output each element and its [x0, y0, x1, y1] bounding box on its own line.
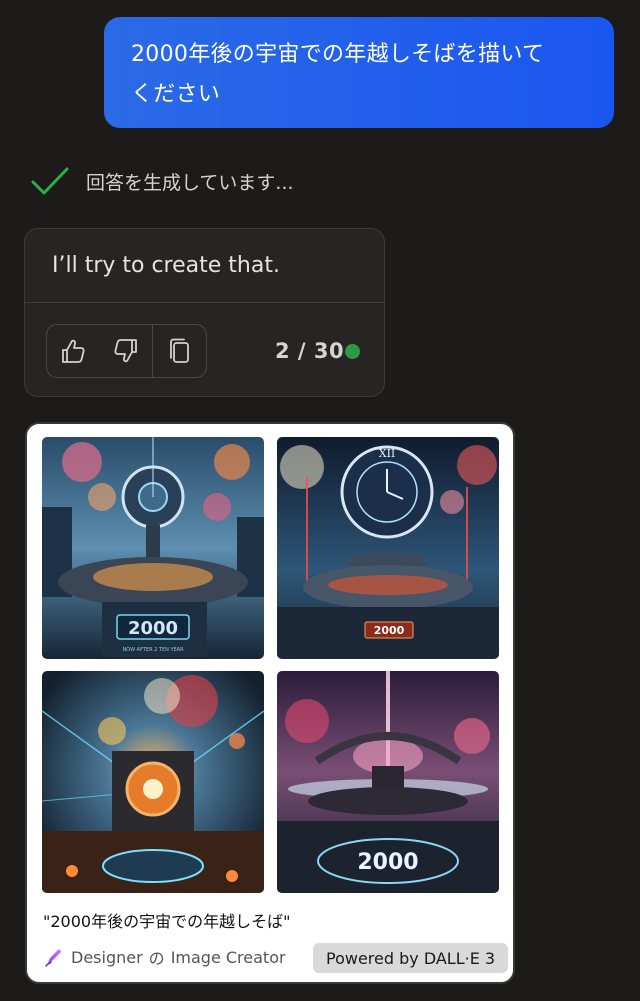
generated-image-4[interactable]: 2000 — [277, 671, 499, 893]
image-1-subtext: NOW AFTER 2 TEN YEAR — [122, 647, 184, 653]
image-2-overlay-text: 2000 — [374, 624, 405, 637]
designer-product: Image Creator — [170, 947, 286, 967]
designer-credit[interactable]: Designer の Image Creator — [43, 945, 286, 969]
designer-particle: の — [148, 949, 165, 968]
user-message-line-2: ください — [131, 82, 221, 107]
user-message-line-1: 2000年後の宇宙での年越しそばを描いて — [131, 42, 545, 67]
thumbs-down-icon — [114, 339, 137, 363]
check-icon — [31, 167, 69, 195]
generated-image-3[interactable] — [42, 671, 264, 893]
copy-icon — [169, 338, 189, 363]
turn-status-dot — [345, 344, 360, 359]
image-4-overlay-text: 2000 — [357, 850, 418, 875]
svg-text:XII: XII — [379, 447, 396, 460]
assistant-reply-card: I’ll try to create that. 2 / 30 — [24, 228, 385, 397]
image-1-overlay-text: 2000 — [128, 618, 178, 639]
designer-name: Designer — [71, 947, 143, 967]
generated-image-2[interactable]: XII 2000 — [277, 437, 499, 659]
image-creator-card: 2000 NOW AFTER 2 TEN YEAR XII 2000 2000 … — [25, 422, 515, 984]
designer-pen-icon — [45, 949, 61, 967]
turn-counter: 2 / 30 — [275, 339, 345, 363]
generated-image-1[interactable]: 2000 NOW AFTER 2 TEN YEAR — [42, 437, 264, 659]
status-text: 回答を生成しています... — [86, 171, 294, 194]
generation-status: 回答を生成しています... — [30, 163, 294, 199]
user-message-bubble: 2000年後の宇宙での年越しそばを描いて ください — [104, 17, 614, 128]
copy-button[interactable] — [152, 325, 206, 377]
image-caption: "2000年後の宇宙での年越しそば" — [43, 912, 291, 931]
thumbs-down-button[interactable] — [100, 325, 153, 377]
reply-actions-bar: 2 / 30 — [25, 303, 384, 396]
powered-by-badge: Powered by DALL·E 3 — [313, 943, 509, 973]
thumbs-up-icon — [62, 339, 85, 363]
feedback-action-group — [46, 324, 207, 378]
thumbs-up-button[interactable] — [47, 325, 100, 377]
reply-text: I’ll try to create that. — [52, 253, 280, 278]
